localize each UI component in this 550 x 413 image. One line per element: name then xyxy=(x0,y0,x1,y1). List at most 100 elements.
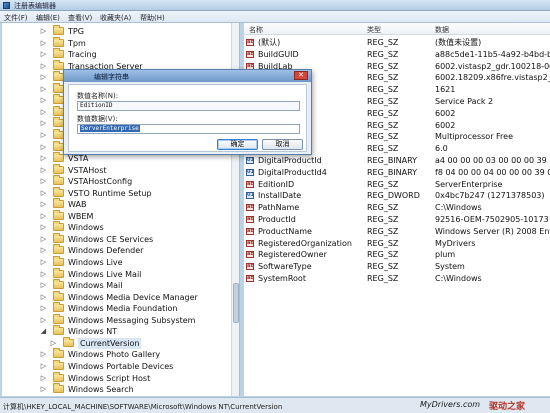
value-row[interactable]: ab PathName REG_SZ C:\Windows xyxy=(244,202,550,213)
expand-arrow-icon[interactable]: ▷ xyxy=(40,270,47,278)
tree-item[interactable]: ▷ TPG xyxy=(2,25,234,37)
tree-item[interactable]: ▷ Windows Mail xyxy=(2,279,234,291)
expand-arrow-icon[interactable]: ▷ xyxy=(40,351,47,358)
menu-favorites[interactable]: 收藏夹(A) xyxy=(100,13,131,23)
tree-scrollbar-thumb[interactable] xyxy=(233,283,239,323)
menu-edit[interactable]: 编辑(E) xyxy=(36,13,60,23)
expand-arrow-icon[interactable]: ▷ xyxy=(40,97,47,104)
tree-item[interactable]: ▷ VSTO Runtime Setup xyxy=(2,186,234,199)
expand-arrow-icon[interactable]: ▷ xyxy=(40,39,47,47)
expand-arrow-icon[interactable]: ▷ xyxy=(40,51,47,58)
value-row[interactable]: ab RegisteredOwner REG_SZ plum xyxy=(244,249,550,260)
folder-icon xyxy=(53,232,64,243)
tree-item[interactable]: ▷ Windows Live Mail xyxy=(2,267,234,280)
expand-arrow-icon[interactable]: ▷ xyxy=(40,120,47,127)
expand-arrow-icon[interactable]: ▷ xyxy=(40,143,47,151)
tree-item[interactable]: ▷ Tracing xyxy=(2,48,234,60)
expand-arrow-icon[interactable]: ▷ xyxy=(40,201,47,208)
column-type[interactable]: 类型 xyxy=(367,25,381,35)
tree-item[interactable]: ▷ Windows Portable Devices xyxy=(2,359,234,372)
value-data-input[interactable]: ServerEnterprise xyxy=(77,124,300,134)
expand-arrow-icon[interactable]: ▷ xyxy=(40,74,47,81)
folder-icon xyxy=(53,198,64,209)
expand-arrow-icon[interactable]: ▷ xyxy=(40,282,47,289)
expand-arrow-icon[interactable]: ▷ xyxy=(40,386,47,393)
tree-item[interactable]: ▷ Windows Photo Gallery xyxy=(2,348,234,360)
expand-arrow-icon[interactable]: ▷ xyxy=(40,362,47,370)
column-data[interactable]: 数据 xyxy=(435,25,449,35)
tree-item-label: VSTAHost xyxy=(68,165,107,175)
value-row[interactable]: ab BuildGUID REG_SZ a88c5de1-11b5-4a92-b4bd… xyxy=(244,49,550,60)
tree-item[interactable]: ▷ VSTAHostConfig xyxy=(2,175,234,187)
cancel-button[interactable]: 取消 xyxy=(262,139,303,150)
tree-item-label: Windows Script Host xyxy=(68,373,151,383)
value-row[interactable]: ab (默认) REG_SZ (数值未设置) xyxy=(244,37,550,48)
tree-item[interactable]: ◢ Windows NT xyxy=(2,325,234,337)
expand-arrow-icon[interactable]: ▷ xyxy=(40,131,47,139)
expand-arrow-icon[interactable]: ◢ xyxy=(40,328,47,335)
expand-arrow-icon[interactable]: ▷ xyxy=(40,259,47,266)
value-type: REG_SZ xyxy=(367,49,399,59)
value-data: 6002 xyxy=(435,120,456,130)
tree-item[interactable]: ▷ Windows CE Services xyxy=(2,232,234,245)
value-type: REG_SZ xyxy=(367,132,399,142)
expand-arrow-icon[interactable]: ▷ xyxy=(40,85,47,93)
tree-item[interactable]: ▷ Windows xyxy=(2,221,234,233)
value-row[interactable]: ab RegisteredOrganization REG_SZ MyDrivers xyxy=(244,238,550,249)
value-name-field: EditionID xyxy=(77,101,300,111)
expand-arrow-icon[interactable]: ▷ xyxy=(40,247,47,254)
ok-button[interactable]: 确定 xyxy=(217,139,258,150)
expand-arrow-icon[interactable]: ▷ xyxy=(50,339,57,347)
expand-arrow-icon[interactable]: ▷ xyxy=(40,374,47,382)
expand-arrow-icon[interactable]: ▷ xyxy=(40,212,47,220)
tree-item[interactable]: ▷ Windows Search xyxy=(2,383,234,395)
close-icon[interactable]: ✕ xyxy=(294,71,308,80)
value-row[interactable]: ab ProductId REG_SZ 92516-OEM-7502905-10173 xyxy=(244,214,550,225)
tree-item[interactable]: ▷ Tpm xyxy=(2,36,234,49)
value-row[interactable]: 01 InstallDate REG_DWORD 0x4bc7b247 (127137… xyxy=(244,190,550,201)
value-type: REG_SZ xyxy=(367,61,399,71)
value-row[interactable]: ab SystemRoot REG_SZ C:\Windows xyxy=(244,273,550,284)
menu-file[interactable]: 文件(F) xyxy=(4,13,28,23)
tree-item[interactable]: ▷ CurrentVersion xyxy=(2,336,234,349)
tree-item[interactable]: ▷ Windows Media Foundation xyxy=(2,302,234,314)
tree-item[interactable]: ▷ VSTAHost xyxy=(2,163,234,176)
string-value-icon: ab xyxy=(246,263,254,271)
expand-arrow-icon[interactable]: ▷ xyxy=(40,178,47,185)
expand-arrow-icon[interactable]: ▷ xyxy=(40,166,47,174)
expand-arrow-icon[interactable]: ▷ xyxy=(40,316,47,324)
expand-arrow-icon[interactable]: ▷ xyxy=(40,28,47,35)
expand-arrow-icon[interactable]: ▷ xyxy=(40,155,47,162)
tree-item[interactable]: ▷ WAB xyxy=(2,198,234,210)
tree-item[interactable]: ▷ Windows Media Device Manager xyxy=(2,290,234,303)
expand-arrow-icon[interactable]: ▷ xyxy=(40,305,47,312)
expand-arrow-icon[interactable]: ▷ xyxy=(40,62,47,70)
value-data-selection: ServerEnterprise xyxy=(80,125,140,132)
value-row[interactable]: 01 DigitalProductId REG_BINARY a4 00 00 00 … xyxy=(244,155,550,166)
tree-item[interactable]: ▷ Windows Script Host xyxy=(2,371,234,384)
expand-arrow-icon[interactable]: ▷ xyxy=(40,235,47,243)
menu-help[interactable]: 帮助(H) xyxy=(140,13,165,23)
menu-view[interactable]: 查看(V) xyxy=(68,13,92,23)
value-row[interactable]: 01 DigitalProductId4 REG_BINARY f8 04 00 00… xyxy=(244,167,550,178)
value-row[interactable]: ab EditionID REG_SZ ServerEnterprise xyxy=(244,179,550,190)
value-data: 6002.18209.x86fre.vistasp2_gdr.1 xyxy=(435,73,550,83)
tree-item-label: Windows Search xyxy=(68,385,134,395)
expand-arrow-icon[interactable]: ▷ xyxy=(40,224,47,231)
value-name: DigitalProductId xyxy=(258,156,322,165)
expand-arrow-icon[interactable]: ▷ xyxy=(40,293,47,301)
tree-item[interactable]: ▷ Windows Defender xyxy=(2,244,234,256)
expand-arrow-icon[interactable]: ▷ xyxy=(40,189,47,197)
folder-icon xyxy=(53,348,64,359)
tree-item-label: CurrentVersion xyxy=(78,337,142,349)
column-name[interactable]: 名称 xyxy=(249,25,263,35)
expand-arrow-icon[interactable]: ▷ xyxy=(40,108,47,116)
tree-item[interactable]: ▷ Windows Live xyxy=(2,256,234,268)
value-row[interactable]: ab ProductName REG_SZ Windows Server (R) 20… xyxy=(244,226,550,237)
value-row[interactable]: ab SoftwareType REG_SZ System xyxy=(244,261,550,272)
value-name: ProductName xyxy=(258,226,312,236)
tree-item[interactable]: ▷ Windows Messaging Subsystem xyxy=(2,313,234,326)
value-name: SystemRoot xyxy=(258,274,306,283)
tree-item[interactable]: ▷ WBEM xyxy=(2,209,234,222)
value-type: REG_SZ xyxy=(367,73,399,83)
